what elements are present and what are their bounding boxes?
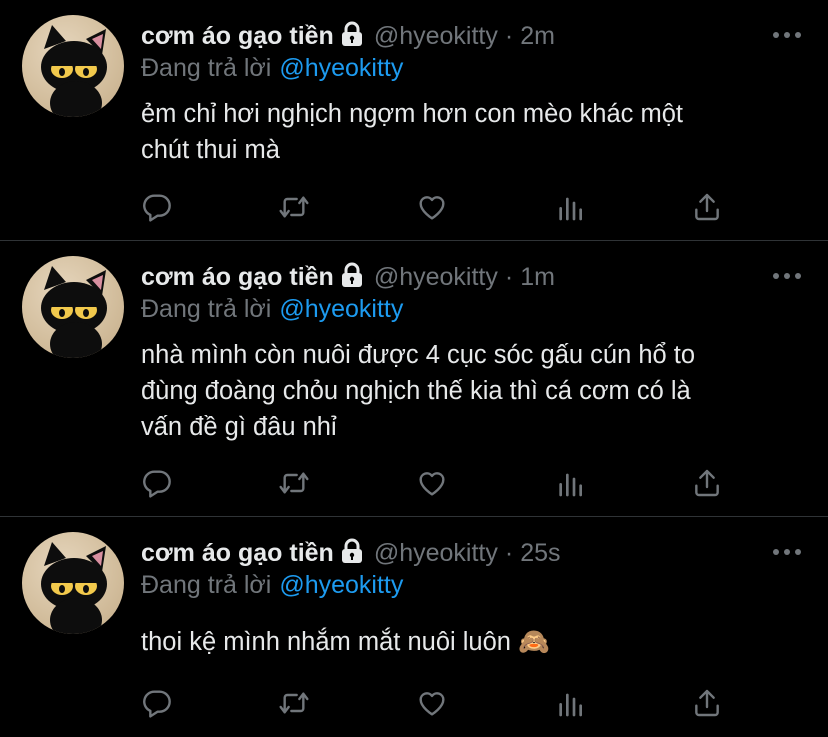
reply-prefix: Đang trả lời [141, 570, 272, 599]
separator-dot: · [504, 262, 514, 291]
analytics-icon [559, 473, 582, 497]
retweet-button[interactable] [276, 685, 312, 721]
share-button[interactable] [689, 189, 725, 225]
reply-mention-link[interactable]: @hyeokitty [279, 571, 403, 600]
like-button[interactable] [414, 189, 450, 225]
share-button[interactable] [689, 465, 725, 501]
analytics-button[interactable] [552, 685, 588, 721]
reply-button[interactable] [139, 189, 175, 225]
tweet[interactable]: cơm áo gạo tiền @hyeokitty · 2m Đang trả… [0, 0, 828, 240]
replying-to: Đang trả lời @hyeokitty [141, 292, 403, 326]
display-name[interactable]: cơm áo gạo tiền [141, 263, 334, 292]
display-name[interactable]: cơm áo gạo tiền [141, 22, 334, 51]
heart-icon [419, 472, 445, 496]
black-cat-icon [41, 25, 107, 117]
user-handle[interactable]: @hyeokitty [374, 263, 498, 292]
like-button[interactable] [414, 465, 450, 501]
reply-prefix: Đang trả lời [141, 53, 272, 82]
retweet-button[interactable] [276, 465, 312, 501]
avatar[interactable] [22, 15, 124, 117]
reply-button[interactable] [139, 685, 175, 721]
user-handle[interactable]: @hyeokitty [374, 539, 498, 568]
tweet-text-line: vấn đề gì đâu nhỉ [141, 413, 337, 441]
tweet-text: nhà mình còn nuôi được 4 cục sóc gấu cún… [141, 337, 801, 445]
black-cat-icon [41, 266, 107, 358]
separator-dot: · [504, 21, 514, 50]
share-icon [695, 689, 719, 717]
more-horizontal-icon[interactable] [772, 27, 802, 43]
timestamp[interactable]: 25s [520, 539, 560, 568]
more-horizontal-icon[interactable] [772, 268, 802, 284]
share-button[interactable] [689, 685, 725, 721]
retweet-icon [279, 692, 309, 714]
reply-button[interactable] [139, 465, 175, 501]
like-button[interactable] [414, 685, 450, 721]
tweet-text-line: ẻm chỉ hơi nghịch ngợm hơn con mèo khác … [141, 100, 683, 128]
analytics-button[interactable] [552, 189, 588, 225]
avatar[interactable] [22, 256, 124, 358]
tweet-text-line: đùng đoàng chỏu nghịch thế kia thì cá cơ… [141, 377, 691, 405]
tweet-header: cơm áo gạo tiền @hyeokitty · 2m [141, 19, 555, 53]
reply-mention-link[interactable]: @hyeokitty [279, 295, 403, 324]
lock-icon [340, 538, 364, 569]
tweet[interactable]: cơm áo gạo tiền @hyeokitty · 25s Đang tr… [0, 517, 828, 737]
reply-mention-link[interactable]: @hyeokitty [279, 54, 403, 83]
tweet-text-line: chút thui mà [141, 136, 280, 164]
black-cat-icon [41, 542, 107, 634]
lock-icon [340, 21, 364, 52]
reply-prefix: Đang trả lời [141, 294, 272, 323]
reply-icon [143, 194, 171, 222]
action-bar [0, 465, 828, 501]
replying-to: Đang trả lời @hyeokitty [141, 568, 403, 602]
action-bar [0, 685, 828, 721]
heart-icon [419, 692, 445, 716]
timestamp[interactable]: 1m [520, 263, 555, 292]
tweet-text: ẻm chỉ hơi nghịch ngợm hơn con mèo khác … [141, 96, 801, 168]
share-icon [695, 469, 719, 497]
lock-icon [340, 262, 364, 293]
timestamp[interactable]: 2m [520, 22, 555, 51]
user-handle[interactable]: @hyeokitty [374, 22, 498, 51]
action-bar [0, 189, 828, 225]
replying-to: Đang trả lời @hyeokitty [141, 51, 403, 85]
share-icon [695, 193, 719, 221]
tweet[interactable]: cơm áo gạo tiền @hyeokitty · 1m Đang trả… [0, 241, 828, 517]
tweet-text: thoi kệ mình nhắm mắt nuôi luôn 🙈 [141, 624, 801, 660]
tweet-text-line: thoi kệ mình nhắm mắt nuôi luôn 🙈 [141, 628, 550, 656]
tweet-header: cơm áo gạo tiền @hyeokitty · 25s [141, 536, 561, 570]
heart-icon [419, 196, 445, 220]
analytics-icon [559, 197, 582, 221]
analytics-icon [559, 693, 582, 717]
retweet-icon [279, 196, 309, 218]
retweet-button[interactable] [276, 189, 312, 225]
tweet-header: cơm áo gạo tiền @hyeokitty · 1m [141, 260, 555, 294]
reply-icon [143, 470, 171, 498]
reply-icon [143, 690, 171, 718]
tweet-text-line: nhà mình còn nuôi được 4 cục sóc gấu cún… [141, 341, 696, 369]
analytics-button[interactable] [552, 465, 588, 501]
retweet-icon [279, 472, 309, 494]
more-horizontal-icon[interactable] [772, 544, 802, 560]
display-name[interactable]: cơm áo gạo tiền [141, 539, 334, 568]
avatar[interactable] [22, 532, 124, 634]
separator-dot: · [504, 538, 514, 567]
